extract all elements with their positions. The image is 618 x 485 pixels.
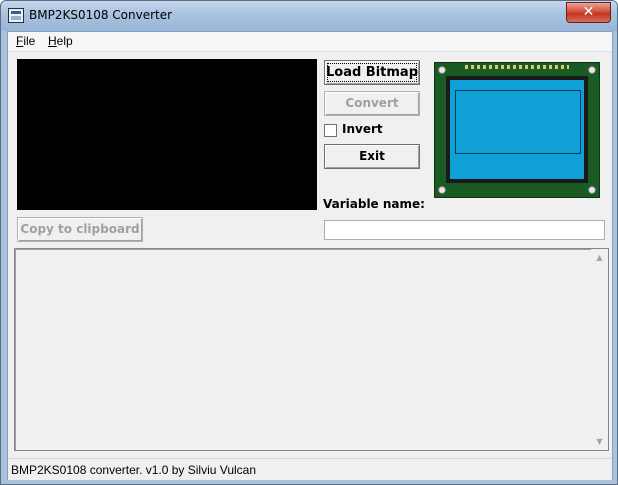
lcd-bezel xyxy=(446,76,588,183)
variable-name-label: Variable name: xyxy=(323,197,425,211)
menu-file[interactable]: File xyxy=(16,34,35,48)
lcd-screen xyxy=(450,80,584,179)
menu-bar: File Help xyxy=(8,32,612,52)
convert-button[interactable]: Convert xyxy=(324,91,420,116)
invert-label: Invert xyxy=(342,122,383,136)
mount-hole-icon xyxy=(438,66,446,74)
output-textarea[interactable]: ▲ ▼ xyxy=(14,248,609,451)
variable-name-input[interactable] xyxy=(324,220,605,240)
client-area: File Help Load Bitmap Convert Invert Exi… xyxy=(7,31,613,480)
copy-to-clipboard-button[interactable]: Copy to clipboard xyxy=(17,217,143,242)
load-bitmap-button[interactable]: Load Bitmap xyxy=(324,60,420,85)
menu-help-accel: H xyxy=(48,34,57,48)
exit-button[interactable]: Exit xyxy=(324,144,420,169)
scroll-up-icon[interactable]: ▲ xyxy=(591,249,608,266)
close-button[interactable]: ✕ xyxy=(566,2,611,23)
menu-file-label: ile xyxy=(23,34,36,48)
vertical-scrollbar[interactable]: ▲ ▼ xyxy=(591,249,608,450)
window-title: BMP2KS0108 Converter xyxy=(29,8,173,22)
status-text: BMP2KS0108 converter. v1.0 by Silviu Vul… xyxy=(11,463,257,477)
status-bar: BMP2KS0108 converter. v1.0 by Silviu Vul… xyxy=(8,458,612,480)
main-window: BMP2KS0108 Converter ✕ File Help Load Bi… xyxy=(0,0,618,485)
mount-hole-icon xyxy=(588,66,596,74)
mount-hole-icon xyxy=(438,186,446,194)
app-window-icon[interactable] xyxy=(8,8,24,23)
mount-hole-icon xyxy=(588,186,596,194)
lcd-active-area xyxy=(455,90,581,154)
menu-help-label: elp xyxy=(56,34,73,48)
title-bar[interactable]: BMP2KS0108 Converter ✕ xyxy=(1,1,617,31)
lcd-pin-header xyxy=(465,65,569,69)
bitmap-preview xyxy=(17,59,317,210)
menu-help[interactable]: Help xyxy=(48,34,73,48)
invert-checkbox[interactable] xyxy=(324,124,337,137)
close-icon: ✕ xyxy=(582,4,595,20)
scroll-down-icon[interactable]: ▼ xyxy=(591,433,608,450)
glcd-module-image xyxy=(434,62,600,198)
